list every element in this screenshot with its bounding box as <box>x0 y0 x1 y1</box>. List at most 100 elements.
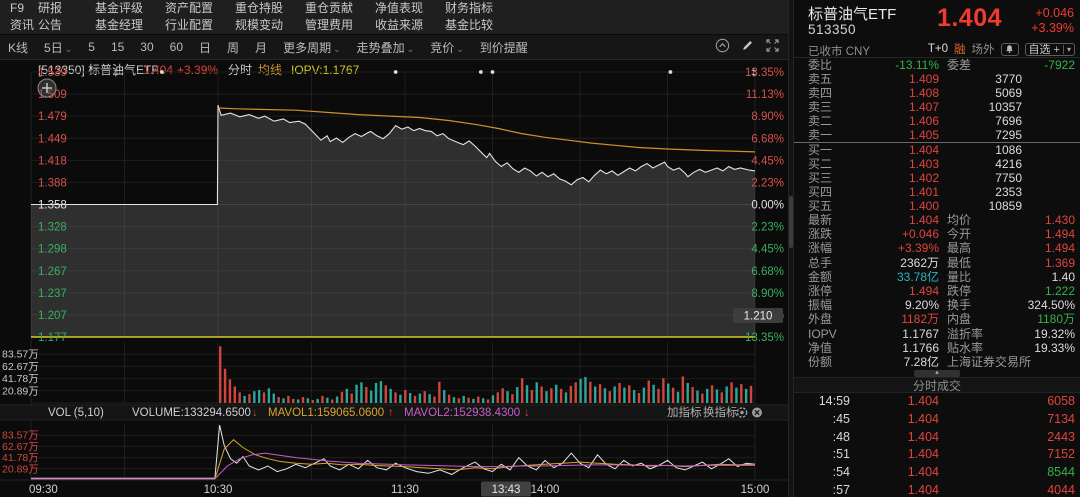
dropdown-caret-icon: ⌄ <box>456 44 464 54</box>
chart-add-overlay-button[interactable] <box>38 79 56 97</box>
svg-text:14:00: 14:00 <box>531 484 560 496</box>
menu-item-基金经理[interactable]: 基金经理 <box>95 17 165 34</box>
intraday-chart[interactable]: [513350] 标普油气ETF1.404+3.39%分时均线IOPV:1.17… <box>0 60 788 497</box>
bid-row-买三[interactable]: 买三1.4027750 <box>794 171 1080 185</box>
market-status: 已收市 CNY <box>808 43 870 59</box>
crosshair-time-tooltip: 13:43 <box>481 482 531 497</box>
bid-row-买四[interactable]: 买四1.4012353 <box>794 185 1080 199</box>
menu-item-管理费用[interactable]: 管理费用 <box>305 17 375 34</box>
menu-item-资产配置[interactable]: 资产配置 <box>165 0 235 17</box>
panel-splitter-handle[interactable] <box>789 196 793 248</box>
tape-price: 1.404 <box>908 411 939 429</box>
tag-margin: 融 <box>954 41 966 57</box>
menu-item-重仓贡献[interactable]: 重仓贡献 <box>305 0 375 17</box>
menu-item-重仓持股[interactable]: 重仓持股 <box>235 0 305 17</box>
add-watchlist-button[interactable]: 自选 + ▾ <box>1025 43 1076 56</box>
svg-text:8.90%: 8.90% <box>751 288 784 300</box>
tape-time: 14:59 <box>808 393 850 411</box>
svg-text:15:00: 15:00 <box>741 484 770 496</box>
menu-item-规模变动[interactable]: 规模变动 <box>235 17 305 34</box>
menu-item-资讯[interactable]: 资讯 <box>0 17 38 34</box>
tape-price: 1.404 <box>908 446 939 464</box>
collapse-panel-button[interactable]: ▴ <box>914 370 960 377</box>
book-qty: 4216 <box>995 157 1022 171</box>
quote-header: 标普油气ETF 513350 1.404 +0.046 +3.39% <box>794 0 1080 43</box>
stat-row-涨停: 涨停1.494跌停1.222 <box>794 284 1080 298</box>
event-marker[interactable] <box>479 70 483 74</box>
menu-item-财务指标[interactable]: 财务指标 <box>445 0 515 17</box>
bid-row-买二[interactable]: 买二1.4034216 <box>794 157 1080 171</box>
price-area <box>31 105 755 337</box>
toolbar-item-60[interactable]: 60 <box>162 40 191 54</box>
fullscreen-icon[interactable] <box>765 38 780 56</box>
draw-icon[interactable] <box>740 38 755 56</box>
tape-row: :511.4047152 <box>794 446 1080 464</box>
toolbar-item-走势叠加[interactable]: 走势叠加⌄ <box>349 39 423 56</box>
svg-text:VOL (5,10): VOL (5,10) <box>48 407 104 419</box>
tag-t0: T+0 <box>928 43 948 55</box>
book-qty: 10859 <box>989 199 1022 213</box>
ask-row-卖一[interactable]: 卖一1.4057295 <box>794 128 1080 142</box>
stat-value: 7.28亿 <box>904 355 939 369</box>
ask-row-卖二[interactable]: 卖二1.4067696 <box>794 114 1080 128</box>
stat-row-净值: 净值1.1766贴水率19.33% <box>794 341 1080 355</box>
toolbar-item-更多周期[interactable]: 更多周期⌄ <box>275 39 349 56</box>
stat-label: 涨停 <box>808 284 832 298</box>
stat-label: 量比 <box>947 270 971 284</box>
svg-text:13:43: 13:43 <box>492 484 521 496</box>
watchlist-dropdown-caret-icon[interactable]: ▾ <box>1067 45 1071 54</box>
toolbar-item-竞价[interactable]: 竞价⌄ <box>422 39 472 56</box>
svg-text:+3.39%: +3.39% <box>177 63 218 77</box>
chart-area: [513350] 标普油气ETF1.404+3.39%分时均线IOPV:1.17… <box>0 60 788 497</box>
event-marker[interactable] <box>669 70 673 74</box>
bid-row-买五[interactable]: 买五1.40010859 <box>794 199 1080 213</box>
collapse-circle-icon[interactable] <box>715 38 730 56</box>
stat-value: 1.1767 <box>902 327 939 341</box>
svg-text:1.479: 1.479 <box>38 111 67 123</box>
event-marker[interactable] <box>394 70 398 74</box>
toolbar-item-K线[interactable]: K线 <box>0 39 36 56</box>
menu-item-净值表现[interactable]: 净值表现 <box>375 0 445 17</box>
svg-text:8.90%: 8.90% <box>751 111 784 123</box>
toolbar-item-15[interactable]: 15 <box>103 40 132 54</box>
toolbar-item-5日[interactable]: 5日⌄ <box>36 39 80 56</box>
tape-row: 14:591.4046058 <box>794 393 1080 411</box>
event-marker[interactable] <box>491 70 495 74</box>
bid-row-买一[interactable]: 买一1.4041086 <box>794 143 1080 157</box>
svg-text:1.418: 1.418 <box>38 155 67 167</box>
indicator-close-icon[interactable] <box>752 408 762 418</box>
switch-indicator-button[interactable]: 换指标 <box>703 405 738 419</box>
menu-item-基金评级[interactable]: 基金评级 <box>95 0 165 17</box>
ask-row-卖五[interactable]: 卖五1.4093770 <box>794 72 1080 86</box>
book-price: 1.406 <box>909 114 939 128</box>
menu-item-基金比较[interactable]: 基金比较 <box>445 17 515 34</box>
menu-item-公告[interactable]: 公告 <box>38 17 95 34</box>
menu-item-收益来源[interactable]: 收益来源 <box>375 17 445 34</box>
drag-handle-icon[interactable]: ‡ <box>113 68 119 79</box>
toolbar-item-到价提醒[interactable]: 到价提醒 <box>472 39 536 56</box>
security-code: 513350 <box>808 22 856 37</box>
svg-text:11:30: 11:30 <box>391 484 419 496</box>
svg-text:MAVOL1:159065.0600: MAVOL1:159065.0600 <box>268 407 384 419</box>
tape-qty: 7152 <box>1047 446 1075 464</box>
menu-item-行业配置[interactable]: 行业配置 <box>165 17 235 34</box>
add-indicator-button[interactable]: 加指标 <box>667 405 702 419</box>
svg-text:1.328: 1.328 <box>38 222 67 234</box>
toolbar-item-周[interactable]: 周 <box>219 39 247 56</box>
stat-value: 1.369 <box>1045 256 1075 270</box>
toolbar-item-30[interactable]: 30 <box>132 40 161 54</box>
dropdown-caret-icon: ⌄ <box>407 44 415 54</box>
svg-text:4.45%: 4.45% <box>751 244 784 256</box>
toolbar-item-日[interactable]: 日 <box>191 39 219 56</box>
tape-time: :54 <box>808 464 850 482</box>
price-alert-bell-button[interactable] <box>1001 43 1019 56</box>
drag-handle-icon[interactable]: ‡ <box>751 68 757 79</box>
menu-item-研报[interactable]: 研报 <box>38 0 95 17</box>
toolbar-item-月[interactable]: 月 <box>247 39 275 56</box>
menu-item-F9[interactable]: F9 <box>0 0 38 17</box>
event-marker[interactable] <box>160 70 164 74</box>
toolbar-item-5[interactable]: 5 <box>80 40 103 54</box>
ask-row-卖三[interactable]: 卖三1.40710357 <box>794 100 1080 114</box>
price-change: +0.046 <box>1031 6 1074 21</box>
ask-row-卖四[interactable]: 卖四1.4085069 <box>794 86 1080 100</box>
